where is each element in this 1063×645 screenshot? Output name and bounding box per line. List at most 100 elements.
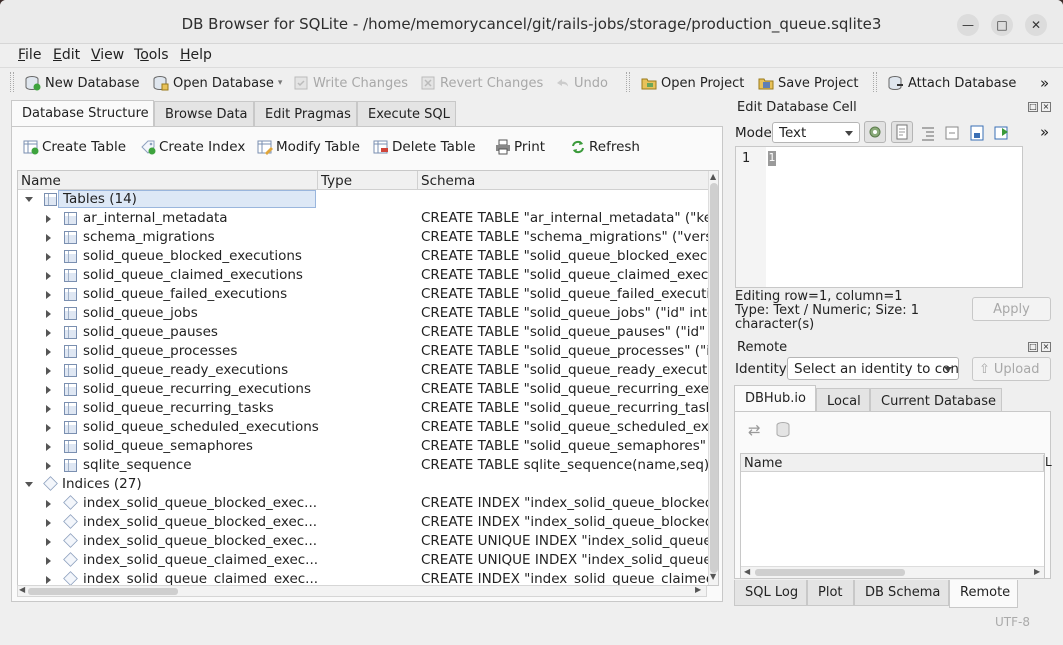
identity-select[interactable]: Select an identity to con xyxy=(787,357,959,380)
table-row[interactable]: solid_queue_processes CREATE TABLE "solid… xyxy=(18,342,708,361)
menu-edit[interactable]: Edit xyxy=(53,47,80,63)
column-header-name[interactable]: Name xyxy=(744,456,782,471)
collapse-arrow-icon[interactable] xyxy=(46,291,51,299)
tree-horizontal-scroll-thumb[interactable] xyxy=(28,588,178,595)
create-table-button[interactable]: Create Table xyxy=(23,139,126,155)
tab-dbhub[interactable]: DBHub.io xyxy=(734,385,816,411)
toolbar-grip[interactable] xyxy=(626,72,630,92)
refresh-button[interactable]: Refresh xyxy=(570,139,640,155)
modify-table-button[interactable]: Modify Table xyxy=(257,139,360,155)
scroll-right-icon[interactable]: ▶ xyxy=(695,585,701,594)
index-row[interactable]: index_solid_queue_blocked_exec... CREATE … xyxy=(18,494,708,513)
export-icon[interactable] xyxy=(968,124,986,146)
tree-group-tables[interactable]: Tables (14) xyxy=(18,190,708,209)
tab-execute-sql[interactable]: Execute SQL xyxy=(357,101,456,126)
auto-format-button[interactable] xyxy=(864,121,886,143)
delete-table-button[interactable]: Delete Table xyxy=(373,139,476,155)
toolbar-more-button[interactable]: » xyxy=(1040,74,1049,92)
index-row[interactable]: index_solid_queue_claimed_exec... CREATE … xyxy=(18,551,708,570)
tree-group-indices[interactable]: Indices (27) xyxy=(18,475,708,494)
table-row[interactable]: sqlite_sequence CREATE TABLE sqlite_seque… xyxy=(18,456,708,475)
table-row[interactable]: ar_internal_metadata CREATE TABLE "ar_int… xyxy=(18,209,708,228)
attach-database-button[interactable]: Attach Database xyxy=(888,74,1016,92)
new-database-button[interactable]: New Database xyxy=(25,74,140,92)
revert-changes-button[interactable]: Revert Changes xyxy=(420,74,543,92)
open-database-dropdown-icon[interactable]: ▾ xyxy=(278,78,283,88)
column-header-name[interactable]: Name xyxy=(18,171,318,190)
menu-help[interactable]: Help xyxy=(180,47,212,63)
float-panel-icon[interactable]: □ xyxy=(1028,342,1038,352)
scroll-down-icon[interactable]: ▼ xyxy=(710,572,716,581)
table-row[interactable]: solid_queue_pauses CREATE TABLE "solid_qu… xyxy=(18,323,708,342)
table-row[interactable]: solid_queue_blocked_executions CREATE TAB… xyxy=(18,247,708,266)
cell-value[interactable]: 1 xyxy=(768,151,776,166)
table-row[interactable]: solid_queue_claimed_executions CREATE TAB… xyxy=(18,266,708,285)
remote-horizontal-scrollbar[interactable]: ◀ ▶ xyxy=(741,566,1044,578)
collapse-arrow-icon[interactable] xyxy=(46,443,51,451)
collapse-arrow-icon[interactable] xyxy=(46,424,51,432)
collapse-arrow-icon[interactable] xyxy=(46,500,51,508)
menu-tools[interactable]: Tools xyxy=(134,47,169,63)
collapse-arrow-icon[interactable] xyxy=(46,538,51,546)
tree-vertical-scroll-thumb[interactable] xyxy=(710,183,718,573)
collapse-arrow-icon[interactable] xyxy=(46,234,51,242)
column-header-type[interactable]: Type xyxy=(318,171,418,190)
print-button[interactable]: Print xyxy=(495,139,545,155)
indent-icon[interactable] xyxy=(919,124,937,146)
menu-view[interactable]: View xyxy=(91,47,124,63)
apply-button[interactable]: Apply xyxy=(972,297,1051,321)
tab-browse-data[interactable]: Browse Data xyxy=(154,101,254,126)
collapse-arrow-icon[interactable] xyxy=(46,462,51,470)
scroll-left-icon[interactable]: ◀ xyxy=(744,567,750,576)
column-header-truncated[interactable]: L xyxy=(1043,455,1052,471)
table-row[interactable]: solid_queue_recurring_tasks CREATE TABLE … xyxy=(18,399,708,418)
close-panel-icon[interactable]: × xyxy=(1041,342,1051,352)
edit-cell-more-button[interactable]: » xyxy=(1040,123,1049,141)
index-row[interactable]: index_solid_queue_blocked_exec... CREATE … xyxy=(18,532,708,551)
set-null-icon[interactable] xyxy=(993,124,1011,146)
float-panel-icon[interactable]: □ xyxy=(1028,102,1038,112)
table-row[interactable]: solid_queue_semaphores CREATE TABLE "soli… xyxy=(18,437,708,456)
clone-database-icon[interactable] xyxy=(775,421,793,443)
create-index-button[interactable]: Create Index xyxy=(140,139,245,155)
save-project-button[interactable]: Save Project xyxy=(758,74,859,92)
tab-sql-log[interactable]: SQL Log xyxy=(734,580,807,606)
collapse-arrow-icon[interactable] xyxy=(46,272,51,280)
table-row[interactable]: solid_queue_failed_executions CREATE TABL… xyxy=(18,285,708,304)
expand-arrow-icon[interactable] xyxy=(25,197,33,202)
scroll-left-icon[interactable]: ◀ xyxy=(19,585,25,594)
collapse-arrow-icon[interactable] xyxy=(46,367,51,375)
table-row[interactable]: solid_queue_scheduled_executions CREATE T… xyxy=(18,418,708,437)
collapse-arrow-icon[interactable] xyxy=(46,215,51,223)
schema-tree[interactable]: Name Type Schema Tables (14) ar_internal_… xyxy=(17,170,719,586)
collapse-arrow-icon[interactable] xyxy=(46,557,51,565)
collapse-arrow-icon[interactable] xyxy=(46,310,51,318)
cell-editor[interactable]: 1 1 xyxy=(735,146,1023,288)
open-project-button[interactable]: Open Project xyxy=(641,74,744,92)
tab-database-structure[interactable]: Database Structure xyxy=(11,100,154,127)
undo-button[interactable]: Undo xyxy=(554,74,608,92)
toolbar-grip[interactable] xyxy=(10,72,14,92)
write-changes-button[interactable]: Write Changes xyxy=(293,74,408,92)
tab-remote[interactable]: Remote xyxy=(949,580,1018,608)
remote-list[interactable]: Name L ◀ ▶ xyxy=(740,453,1052,579)
index-row[interactable]: index_solid_queue_claimed_exec... CREATE … xyxy=(18,570,708,585)
index-row[interactable]: index_solid_queue_blocked_exec... CREATE … xyxy=(18,513,708,532)
close-icon[interactable]: ✕ xyxy=(1025,14,1047,36)
menu-file[interactable]: File xyxy=(18,47,41,63)
collapse-arrow-icon[interactable] xyxy=(46,386,51,394)
table-row[interactable]: solid_queue_jobs CREATE TABLE "solid_queu… xyxy=(18,304,708,323)
word-wrap-button[interactable] xyxy=(891,121,913,143)
collapse-arrow-icon[interactable] xyxy=(46,576,51,584)
collapse-arrow-icon[interactable] xyxy=(46,348,51,356)
maximize-icon[interactable]: □ xyxy=(991,14,1013,36)
table-row[interactable]: schema_migrations CREATE TABLE "schema_mi… xyxy=(18,228,708,247)
scroll-up-icon[interactable]: ▲ xyxy=(710,172,716,181)
tree-vertical-scrollbar[interactable]: ▲ ▼ xyxy=(708,171,718,585)
collapse-arrow-icon[interactable] xyxy=(46,519,51,527)
table-row[interactable]: solid_queue_recurring_executions CREATE T… xyxy=(18,380,708,399)
minimize-icon[interactable]: — xyxy=(957,14,979,36)
close-panel-icon[interactable]: × xyxy=(1041,102,1051,112)
tab-plot[interactable]: Plot xyxy=(807,580,854,606)
column-header-schema[interactable]: Schema xyxy=(418,171,708,190)
